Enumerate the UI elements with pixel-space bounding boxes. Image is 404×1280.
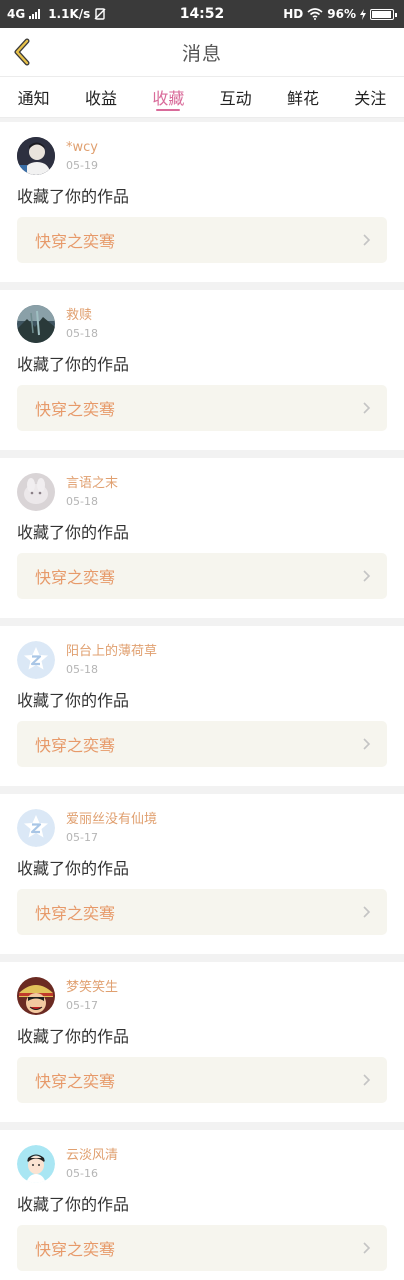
avatar[interactable] bbox=[17, 473, 55, 511]
chevron-right-icon bbox=[362, 233, 371, 247]
user-name[interactable]: 救赎 bbox=[66, 307, 98, 324]
avatar[interactable] bbox=[17, 137, 55, 175]
action-text: 收藏了你的作品 bbox=[17, 187, 130, 206]
list-item: 救赎 05-18 收藏了你的作品 快穿之奕骞 bbox=[0, 290, 404, 450]
message-list: *wcy 05-19 收藏了你的作品 快穿之奕骞 救赎 05-18 收藏了你的作… bbox=[0, 118, 404, 1280]
work-link[interactable]: 快穿之奕骞 bbox=[17, 385, 387, 431]
tab-label: 鲜花 bbox=[286, 89, 319, 108]
user-name[interactable]: 爱丽丝没有仙境 bbox=[66, 811, 157, 828]
network-speed: 1.1K/s bbox=[48, 7, 91, 21]
user-name[interactable]: 阳台上的薄荷草 bbox=[66, 643, 157, 660]
timestamp: 05-18 bbox=[66, 495, 98, 508]
battery-percent: 96% bbox=[327, 7, 356, 21]
user-name[interactable]: *wcy bbox=[66, 139, 98, 156]
user-name[interactable]: 言语之末 bbox=[66, 475, 118, 492]
avatar[interactable] bbox=[17, 977, 55, 1015]
work-link[interactable]: 快穿之奕骞 bbox=[17, 1057, 387, 1103]
list-item: 爱丽丝没有仙境 05-17 收藏了你的作品 快穿之奕骞 bbox=[0, 794, 404, 954]
status-right: HD 96% bbox=[283, 7, 397, 21]
chevron-right-icon bbox=[362, 401, 371, 415]
status-bar: 4G 1.1K/s 14:52 HD 96% bbox=[0, 0, 404, 28]
work-title: 快穿之奕骞 bbox=[35, 568, 116, 587]
no-sim-icon bbox=[94, 8, 106, 20]
page-title: 消息 bbox=[181, 42, 222, 65]
work-link[interactable]: 快穿之奕骞 bbox=[17, 889, 387, 935]
work-link[interactable]: 快穿之奕骞 bbox=[17, 217, 387, 263]
chevron-right-icon bbox=[362, 1241, 371, 1255]
action-text: 收藏了你的作品 bbox=[17, 523, 130, 542]
tab-bar: 通知 收益 收藏 互动 鲜花 关注 bbox=[0, 76, 404, 118]
action-text: 收藏了你的作品 bbox=[17, 859, 130, 878]
chevron-right-icon bbox=[362, 1073, 371, 1087]
list-item: 言语之末 05-18 收藏了你的作品 快穿之奕骞 bbox=[0, 458, 404, 618]
hd-badge: HD bbox=[283, 7, 304, 21]
work-title: 快穿之奕骞 bbox=[35, 1240, 116, 1259]
timestamp: 05-19 bbox=[66, 159, 98, 172]
chevron-right-icon bbox=[362, 737, 371, 751]
network-type: 4G bbox=[7, 7, 26, 21]
tab-earnings[interactable]: 收益 bbox=[67, 77, 134, 117]
timestamp: 05-18 bbox=[66, 327, 98, 340]
user-name[interactable]: 梦笑笑生 bbox=[66, 979, 118, 996]
avatar[interactable] bbox=[17, 641, 55, 679]
action-text: 收藏了你的作品 bbox=[17, 1195, 130, 1214]
list-item: 云淡风清 05-16 收藏了你的作品 快穿之奕骞 bbox=[0, 1130, 404, 1280]
tab-notifications[interactable]: 通知 bbox=[0, 77, 67, 117]
avatar[interactable] bbox=[17, 305, 55, 343]
timestamp: 05-17 bbox=[66, 831, 98, 844]
work-title: 快穿之奕骞 bbox=[35, 904, 116, 923]
action-text: 收藏了你的作品 bbox=[17, 1027, 130, 1046]
chevron-left-icon bbox=[14, 38, 30, 66]
timestamp: 05-18 bbox=[66, 663, 98, 676]
back-button[interactable] bbox=[8, 36, 36, 68]
action-text: 收藏了你的作品 bbox=[17, 691, 130, 710]
tab-following[interactable]: 关注 bbox=[337, 77, 404, 117]
tab-label: 收藏 bbox=[152, 89, 185, 108]
charging-icon bbox=[360, 8, 366, 20]
avatar[interactable] bbox=[17, 1145, 55, 1183]
wifi-icon bbox=[307, 8, 323, 20]
work-title: 快穿之奕骞 bbox=[35, 736, 116, 755]
list-item: 阳台上的薄荷草 05-18 收藏了你的作品 快穿之奕骞 bbox=[0, 626, 404, 786]
signal-icon bbox=[29, 9, 41, 19]
tab-flowers[interactable]: 鲜花 bbox=[269, 77, 336, 117]
tab-label: 关注 bbox=[354, 89, 387, 108]
tab-label: 互动 bbox=[219, 89, 252, 108]
action-text: 收藏了你的作品 bbox=[17, 355, 130, 374]
list-item: 梦笑笑生 05-17 收藏了你的作品 快穿之奕骞 bbox=[0, 962, 404, 1122]
work-title: 快穿之奕骞 bbox=[35, 400, 116, 419]
tab-favorites[interactable]: 收藏 bbox=[135, 77, 202, 117]
tab-interactions[interactable]: 互动 bbox=[202, 77, 269, 117]
tab-label: 收益 bbox=[84, 89, 117, 108]
work-title: 快穿之奕骞 bbox=[35, 232, 116, 251]
avatar[interactable] bbox=[17, 809, 55, 847]
status-left: 4G 1.1K/s bbox=[7, 7, 106, 21]
work-link[interactable]: 快穿之奕骞 bbox=[17, 553, 387, 599]
timestamp: 05-16 bbox=[66, 1167, 98, 1180]
chevron-right-icon bbox=[362, 569, 371, 583]
chevron-right-icon bbox=[362, 905, 371, 919]
work-link[interactable]: 快穿之奕骞 bbox=[17, 721, 387, 767]
tab-label: 通知 bbox=[17, 89, 50, 108]
timestamp: 05-17 bbox=[66, 999, 98, 1012]
battery-icon bbox=[370, 8, 397, 20]
work-title: 快穿之奕骞 bbox=[35, 1072, 116, 1091]
header: 消息 bbox=[0, 28, 404, 76]
list-item: *wcy 05-19 收藏了你的作品 快穿之奕骞 bbox=[0, 122, 404, 282]
work-link[interactable]: 快穿之奕骞 bbox=[17, 1225, 387, 1271]
user-name[interactable]: 云淡风清 bbox=[66, 1147, 118, 1164]
